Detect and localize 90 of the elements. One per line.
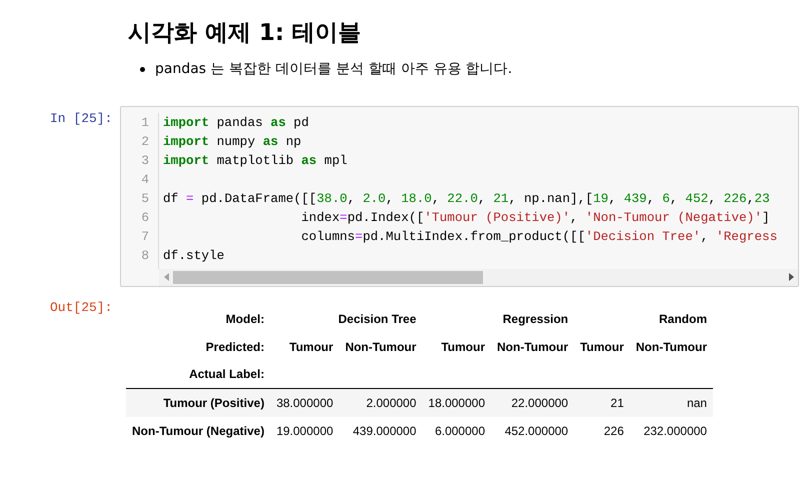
keyword-token: as <box>301 152 317 170</box>
table-cell: 22.000000 <box>511 396 568 410</box>
code-token: , <box>670 190 679 208</box>
table-cell: 232.000000 <box>644 424 707 438</box>
code-token: pd.Index([ <box>347 208 424 226</box>
header-cell: Non-Tumour <box>636 340 707 354</box>
code-token: , <box>478 190 487 208</box>
header-cell: Tumour <box>289 340 334 354</box>
code-token: , <box>570 208 579 226</box>
number-token: 226 <box>724 190 747 208</box>
keyword-token: as <box>262 132 278 150</box>
heading: 시각화 예제 1: 테이블 <box>128 19 362 48</box>
number-token: 6 <box>662 190 670 208</box>
number-token: 19 <box>593 190 608 208</box>
number-token: 22.0 <box>447 190 478 208</box>
number-token: 2.0 <box>362 190 386 208</box>
code-token: matplotlib <box>216 152 295 170</box>
string-token: 'Decision Tree' <box>585 228 701 246</box>
code-token: pd.MultiIndex.from_product([[ <box>362 228 586 246</box>
line-number: 3 <box>141 152 149 170</box>
operator-token: = <box>186 190 194 208</box>
scrollbar-thumb[interactable] <box>173 270 483 284</box>
header-cell: Non-Tumour <box>345 340 416 354</box>
header-cell: Decision Tree <box>338 312 416 326</box>
header-label: Model: <box>226 312 264 326</box>
code-token: columns <box>300 228 355 246</box>
number-token: 439 <box>624 190 647 208</box>
number-token: 21 <box>493 190 509 208</box>
code-token: df.style <box>163 246 224 264</box>
code-token: , <box>608 190 618 208</box>
code-token: , <box>386 190 394 208</box>
header-cell: Tumour <box>580 340 624 354</box>
table-cell: 38.000000 <box>276 396 334 410</box>
operator-token: = <box>355 228 363 246</box>
number-token: 38.0 <box>316 190 348 208</box>
header-label: Predicted: <box>206 340 264 354</box>
string-token: 'Tumour (Positive)' <box>424 208 570 226</box>
table-cell: 19.000000 <box>276 424 334 438</box>
header-cell: Tumour <box>441 340 486 354</box>
code-token: np <box>284 132 302 150</box>
input-prompt: In [25]: <box>50 110 112 126</box>
code-token: ] <box>762 208 770 226</box>
line-number: 4 <box>141 170 149 188</box>
code-token: numpy <box>216 132 256 150</box>
line-number: 8 <box>141 246 149 264</box>
keyword-token: as <box>270 114 286 132</box>
bullet-icon <box>140 66 145 72</box>
table-cell: 2.000000 <box>366 396 416 410</box>
code-token: pd.DataFrame([[ <box>200 190 317 208</box>
code-token: pandas <box>216 114 264 132</box>
code-token: , <box>746 190 754 208</box>
code-token: , <box>700 228 710 246</box>
header-cell: Regression <box>502 312 568 326</box>
code-token: , np.nan],[ <box>508 190 594 208</box>
string-token: 'Regress <box>716 228 778 246</box>
table-cell: nan <box>686 396 707 410</box>
table-cell: 6.000000 <box>434 424 486 438</box>
row-header: Tumour (Positive) <box>163 396 264 410</box>
number-token: 452 <box>685 190 708 208</box>
header-cell: Random <box>658 312 707 326</box>
code-token: , <box>646 190 656 208</box>
table-cell: 452.000000 <box>504 424 568 438</box>
operator-token: = <box>340 208 348 226</box>
number-token: 23 <box>754 190 770 208</box>
string-token: 'Non-Tumour (Negative)' <box>585 208 762 226</box>
code-token: df <box>163 190 180 208</box>
table-cell: 226 <box>604 424 624 438</box>
line-number: 7 <box>141 228 149 246</box>
code-token: , <box>432 190 440 208</box>
keyword-token: import <box>163 114 210 132</box>
code-token: index <box>300 208 340 226</box>
line-number: 5 <box>141 190 149 208</box>
header-label: Actual Label: <box>189 367 264 382</box>
table-cell: 18.000000 <box>428 396 486 410</box>
table-cell: 439.000000 <box>352 424 416 438</box>
keyword-token: import <box>163 152 210 170</box>
table-cell: 21 <box>610 396 624 410</box>
number-token: 18.0 <box>401 190 432 208</box>
keyword-token: import <box>163 132 210 150</box>
code-token: mpl <box>323 152 348 170</box>
code-token: , <box>708 190 717 208</box>
bullet-text: pandas 는 복잡한 데이터를 분석 할때 아주 유용 합니다. <box>155 60 512 78</box>
code-token: , <box>347 190 356 208</box>
header-cell: Non-Tumour <box>497 340 568 354</box>
output-prompt: Out[25]: <box>50 300 112 314</box>
line-number: 2 <box>141 132 149 150</box>
row-header: Non-Tumour (Negative) <box>132 424 264 438</box>
code-token: pd <box>292 114 309 132</box>
line-number: 6 <box>141 208 149 226</box>
line-number: 1 <box>141 114 149 132</box>
